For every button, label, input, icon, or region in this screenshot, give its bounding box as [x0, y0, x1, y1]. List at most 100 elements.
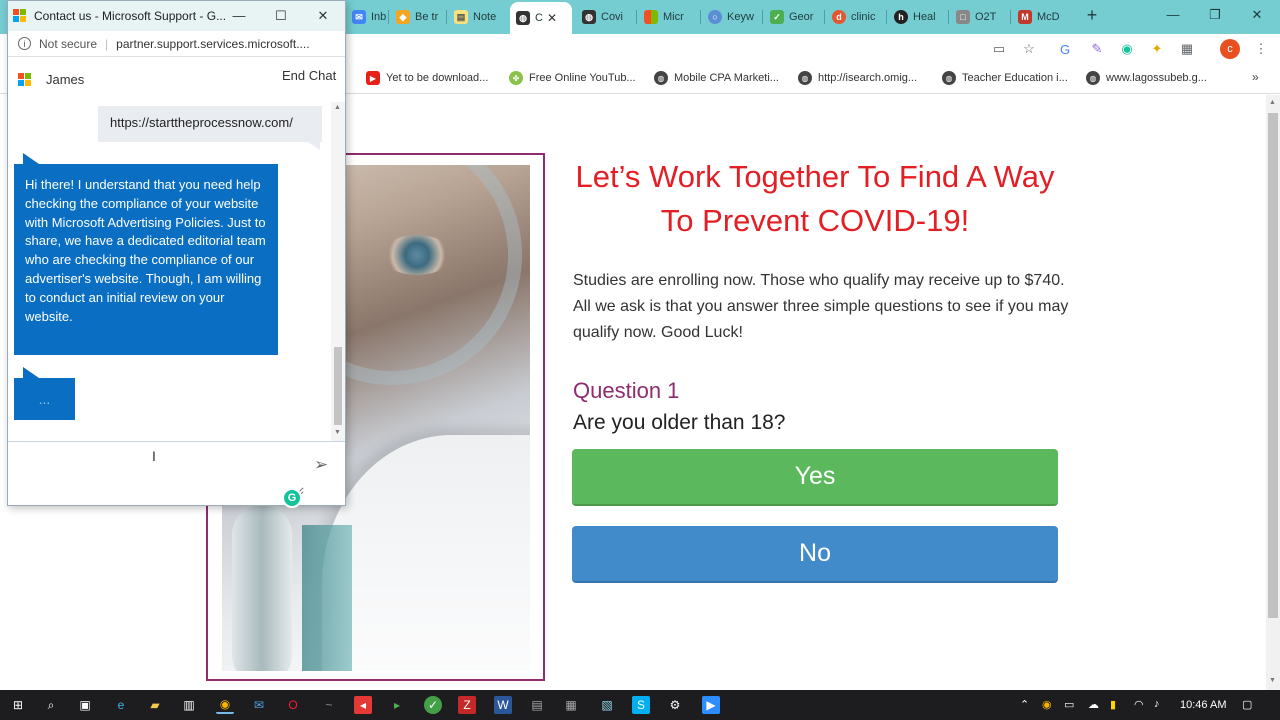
- app-icon[interactable]: ~: [320, 696, 338, 714]
- tab-active-covid[interactable]: ◍ C ✕: [510, 2, 572, 34]
- chat-messages: https://starttheprocessnow.com/ Hi there…: [8, 102, 345, 441]
- filezilla-icon[interactable]: Z: [458, 696, 476, 714]
- tab-clinic[interactable]: d clinic: [826, 4, 884, 30]
- extension-icon[interactable]: ✦: [1148, 40, 1166, 58]
- file-explorer-icon[interactable]: ▰: [146, 696, 164, 714]
- tab-covid[interactable]: ◍ Covi: [576, 4, 634, 30]
- search-icon[interactable]: ⌕: [42, 696, 60, 714]
- chat-window-title: Contact us - Microsoft Support - G...: [34, 9, 227, 23]
- send-icon[interactable]: ➢: [314, 455, 328, 475]
- tab-george[interactable]: ✓ Geor: [764, 4, 822, 30]
- globe-icon: ◍: [1086, 71, 1100, 85]
- chat-header: James End Chat: [8, 58, 345, 102]
- close-tab-icon[interactable]: ✕: [547, 11, 557, 25]
- intro-text: Studies are enrolling now. Those who qua…: [573, 272, 1069, 341]
- tab-mcd[interactable]: M McD: [1012, 4, 1070, 30]
- taskbar-clock[interactable]: 10:46 AM: [1180, 699, 1226, 711]
- tab-notes[interactable]: ▤ Note: [448, 4, 506, 30]
- windows-start-icon[interactable]: ⊞: [9, 696, 27, 714]
- tab-o2t[interactable]: □ O2T: [950, 4, 1006, 30]
- word-icon[interactable]: W: [494, 696, 512, 714]
- translate-icon[interactable]: G: [1056, 40, 1074, 58]
- close-window-icon[interactable]: ✕: [1242, 4, 1272, 26]
- grammarly-ext-icon[interactable]: ◉: [1118, 40, 1136, 58]
- end-chat-button[interactable]: End Chat: [282, 68, 336, 83]
- page-headline: Let’s Work Together To Find A Way To Pre…: [575, 159, 1055, 238]
- zoom-icon[interactable]: ▶: [702, 696, 720, 714]
- notepad-icon[interactable]: ▧: [598, 696, 616, 714]
- youtube-icon: ▶: [366, 71, 380, 85]
- globe-icon: ◍: [582, 10, 596, 24]
- chrome-tray-icon[interactable]: ◉: [1042, 698, 1052, 711]
- tray-chevron-icon[interactable]: ⌃: [1020, 698, 1029, 711]
- window-icon[interactable]: ▤: [528, 696, 546, 714]
- no-button[interactable]: No: [572, 526, 1058, 583]
- chat-scrollbar[interactable]: ▲ ▼: [331, 102, 345, 441]
- chat-url: partner.support.services.microsoft....: [116, 36, 310, 51]
- globe-icon: ◍: [654, 71, 668, 85]
- pen-icon[interactable]: ✎: [1088, 40, 1106, 58]
- yes-button[interactable]: Yes: [572, 449, 1058, 506]
- chat-message-input[interactable]: [14, 446, 304, 496]
- tab-microsoft[interactable]: Micr: [638, 4, 696, 30]
- box-icon: □: [956, 10, 970, 24]
- dd-icon: d: [832, 10, 846, 24]
- chat-scroll-up-icon[interactable]: ▲: [334, 104, 341, 111]
- agent-name: James: [46, 72, 85, 87]
- bookmark-lagossubeb[interactable]: ◍ www.lagossubeb.g...: [1086, 71, 1207, 85]
- question-text: Are you older than 18?: [573, 411, 786, 434]
- scroll-down-icon[interactable]: ▼: [1269, 677, 1276, 684]
- menu-dots-icon[interactable]: ⋮: [1252, 40, 1270, 58]
- display-icon[interactable]: ▦: [562, 696, 580, 714]
- bookmark-isearch[interactable]: ◍ http://isearch.omig...: [798, 71, 917, 85]
- scroll-up-icon[interactable]: ▲: [1269, 99, 1276, 106]
- puzzle-icon[interactable]: ▦: [1178, 40, 1196, 58]
- bookmark-free-online-youtube[interactable]: ✤ Free Online YouTub...: [509, 71, 636, 85]
- task-view-icon[interactable]: ▣: [76, 696, 94, 714]
- check-icon: ✓: [770, 10, 784, 24]
- notifications-icon[interactable]: ▢: [1242, 698, 1252, 711]
- settings-gear-icon[interactable]: ⚙: [666, 696, 684, 714]
- restore-icon[interactable]: ❐: [1200, 4, 1230, 26]
- chat-scroll-down-icon[interactable]: ▼: [334, 429, 341, 436]
- mail-icon[interactable]: ✉: [250, 696, 268, 714]
- grammarly-icon[interactable]: G: [282, 488, 302, 508]
- page-scrollbar[interactable]: ▲ ▼: [1266, 95, 1280, 690]
- chat-close-icon[interactable]: ✕: [310, 5, 336, 27]
- globe-icon: ◍: [798, 71, 812, 85]
- notes-tray-icon[interactable]: ▮: [1110, 698, 1116, 711]
- green-app-icon[interactable]: ✓: [424, 696, 442, 714]
- circle-icon: ○: [708, 10, 722, 24]
- page-scroll-thumb[interactable]: [1268, 113, 1278, 618]
- star-icon[interactable]: ☆: [1020, 40, 1038, 58]
- tab-inbox[interactable]: ✉ Inbo: [346, 4, 386, 30]
- note-icon: ▤: [454, 10, 468, 24]
- cast-icon[interactable]: ▭: [990, 40, 1008, 58]
- onedrive-icon[interactable]: ☁: [1088, 698, 1099, 711]
- tab-keyword[interactable]: ○ Keyw: [702, 4, 758, 30]
- chat-minimize-icon[interactable]: —: [226, 5, 252, 27]
- minimize-icon[interactable]: —: [1158, 4, 1188, 26]
- skype-icon[interactable]: S: [632, 696, 650, 714]
- store-icon[interactable]: ▥: [180, 696, 198, 714]
- chat-maximize-icon[interactable]: ☐: [268, 5, 294, 27]
- bookmark-yet-to-download[interactable]: ▶ Yet to be download...: [366, 71, 488, 85]
- profile-avatar[interactable]: c: [1220, 39, 1240, 59]
- battery-icon[interactable]: ▭: [1064, 698, 1074, 711]
- tab-health[interactable]: h Heal: [888, 4, 946, 30]
- agent-message: Hi there! I understand that you need hel…: [14, 164, 278, 355]
- chrome-icon[interactable]: ◉: [216, 696, 234, 714]
- more-bookmarks-icon[interactable]: »: [1252, 70, 1259, 84]
- app-red-icon[interactable]: ◂: [354, 696, 372, 714]
- volume-icon[interactable]: ♪: [1154, 698, 1160, 710]
- chat-scroll-thumb[interactable]: [334, 347, 342, 425]
- opera-icon[interactable]: O: [284, 696, 302, 714]
- bookmark-mobile-cpa[interactable]: ◍ Mobile CPA Marketi...: [654, 71, 779, 85]
- new-tab-icon[interactable]: +: [1082, 5, 1102, 25]
- info-icon[interactable]: i: [18, 37, 31, 50]
- play-icon[interactable]: ▸: [388, 696, 406, 714]
- wifi-icon[interactable]: ◠: [1134, 698, 1144, 711]
- bookmark-teacher-education[interactable]: ◍ Teacher Education i...: [942, 71, 1068, 85]
- tab-be-tr[interactable]: ◆ Be tr: [390, 4, 442, 30]
- edge-icon[interactable]: e: [112, 696, 130, 714]
